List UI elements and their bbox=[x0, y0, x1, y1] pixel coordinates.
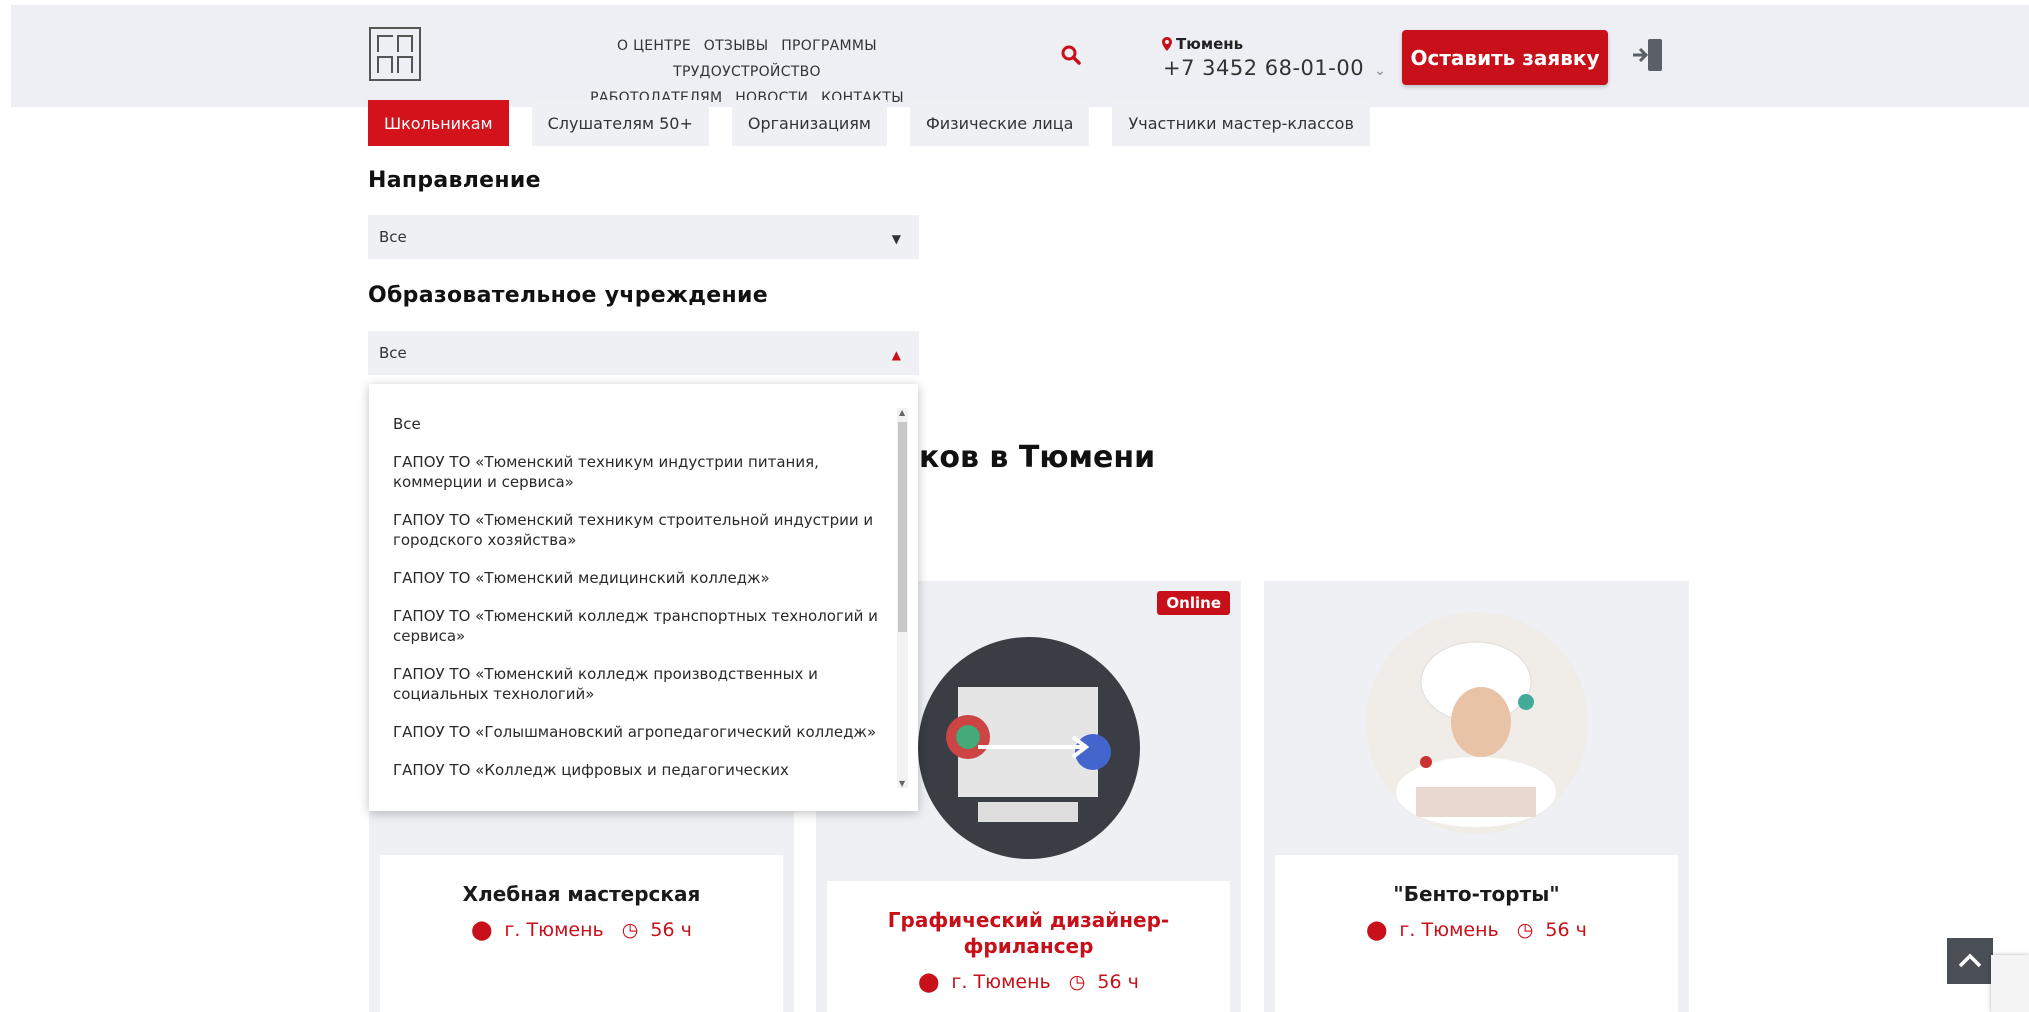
card-city: г. Тюмень bbox=[1399, 919, 1499, 941]
location-pin-icon bbox=[1162, 37, 1172, 51]
program-image bbox=[917, 637, 1140, 859]
card-meta: ⬤ г. Тюмень ◷ 56 ч bbox=[827, 971, 1230, 993]
dropdown-option[interactable]: ГАПОУ ТО «Тюменский техникум строительно… bbox=[393, 510, 883, 550]
chevron-up-icon bbox=[1958, 953, 1982, 968]
direction-label: Направление bbox=[368, 168, 541, 193]
audience-tabs: Школьникам Слушателям 50+ Организациям Ф… bbox=[368, 100, 1370, 146]
institution-label: Образовательное учреждение bbox=[368, 283, 768, 308]
dropdown-option[interactable]: ГАПОУ ТО «Колледж цифровых и педагогичес… bbox=[393, 760, 883, 780]
card-hours: 56 ч bbox=[1097, 971, 1139, 993]
institution-select[interactable]: Все ▲ bbox=[368, 331, 919, 375]
phone-selector[interactable]: +7 3452 68-01-00 ⌄ bbox=[1163, 56, 1386, 80]
programs-title: иков в Тюмени bbox=[898, 440, 1156, 475]
nav-programs[interactable]: Программы bbox=[781, 38, 877, 54]
card-title: Хлебная мастерская bbox=[462, 882, 701, 906]
card-city: г. Тюмень bbox=[504, 919, 604, 941]
card-info: "Бенто-торты" ⬤ г. Тюмень ◷ 56 ч bbox=[1275, 855, 1678, 1012]
caret-down-icon: ▼ bbox=[891, 232, 901, 246]
dropdown-option[interactable]: ГАПОУ ТО «Тюменский медицинский колледж» bbox=[393, 568, 883, 588]
tab-schoolchildren[interactable]: Школьникам bbox=[368, 100, 509, 146]
direction-select[interactable]: Все ▼ bbox=[368, 215, 919, 259]
scroll-down-icon[interactable]: ▼ bbox=[899, 779, 905, 788]
card-city: г. Тюмень bbox=[951, 971, 1051, 993]
login-icon[interactable] bbox=[1630, 36, 1668, 74]
card-info: Графический дизайнер-фрилансер ⬤ г. Тюмен… bbox=[827, 881, 1230, 1012]
dropdown-scrollbar[interactable]: ▲ ▼ bbox=[897, 408, 908, 788]
card-hours: 56 ч bbox=[1545, 919, 1587, 941]
program-image bbox=[1365, 612, 1588, 834]
clock-icon: ◷ bbox=[1068, 971, 1086, 993]
nav-reviews[interactable]: Отзывы bbox=[704, 38, 769, 54]
city-name: Тюмень bbox=[1176, 35, 1244, 53]
scroll-up-icon[interactable]: ▲ bbox=[899, 408, 905, 417]
tab-individuals[interactable]: Физические лица bbox=[910, 100, 1090, 146]
site-logo[interactable] bbox=[369, 27, 421, 81]
clock-icon: ◷ bbox=[621, 919, 639, 941]
program-card[interactable]: "Бенто-торты" ⬤ г. Тюмень ◷ 56 ч bbox=[1264, 581, 1689, 1012]
nav-employment[interactable]: Трудоустройство bbox=[673, 64, 821, 80]
card-meta: ⬤ г. Тюмень ◷ 56 ч bbox=[380, 919, 783, 941]
search-icon[interactable] bbox=[1060, 44, 1082, 66]
recaptcha-badge[interactable] bbox=[1991, 955, 2029, 1012]
tab-organizations[interactable]: Организациям bbox=[731, 100, 887, 146]
dropdown-list: Все ГАПОУ ТО «Тюменский техникум индустр… bbox=[393, 414, 883, 798]
online-badge: Online bbox=[1157, 591, 1230, 615]
caret-up-icon: ▲ bbox=[891, 348, 901, 362]
nav-about[interactable]: О центре bbox=[617, 38, 691, 54]
site-header bbox=[11, 5, 2029, 107]
phone-number: +7 3452 68-01-00 bbox=[1163, 56, 1365, 80]
request-button[interactable]: Оставить заявку bbox=[1402, 30, 1608, 85]
card-title: Графический дизайнер-фрилансер bbox=[887, 908, 1170, 958]
dropdown-option[interactable]: ГАПОУ ТО «Тюменский колледж производстве… bbox=[393, 664, 883, 704]
card-hours: 56 ч bbox=[650, 919, 692, 941]
direction-value: Все bbox=[379, 228, 407, 246]
dropdown-option[interactable]: ГАПОУ ТО «Тюменский техникум индустрии п… bbox=[393, 452, 883, 492]
card-info: Хлебная мастерская ⬤ г. Тюмень ◷ 56 ч bbox=[380, 855, 783, 1012]
dropdown-option[interactable]: ГАПОУ ТО «Тюменский колледж транспортных… bbox=[393, 606, 883, 646]
location-pin-icon: ⬤ bbox=[471, 919, 493, 941]
city-selector[interactable]: Тюмень bbox=[1162, 35, 1243, 53]
location-pin-icon: ⬤ bbox=[1366, 919, 1388, 941]
institution-dropdown: Все ГАПОУ ТО «Тюменский техникум индустр… bbox=[369, 384, 918, 811]
dropdown-option[interactable]: Все bbox=[393, 414, 883, 434]
tab-seniors[interactable]: Слушателям 50+ bbox=[531, 100, 709, 146]
scrollbar-thumb[interactable] bbox=[898, 422, 907, 632]
card-meta: ⬤ г. Тюмень ◷ 56 ч bbox=[1275, 919, 1678, 941]
location-pin-icon: ⬤ bbox=[918, 971, 940, 993]
card-title: "Бенто-торты" bbox=[1393, 882, 1560, 906]
tab-masterclass[interactable]: Участники мастер-классов bbox=[1112, 100, 1370, 146]
clock-icon: ◷ bbox=[1516, 919, 1534, 941]
institution-value: Все bbox=[379, 344, 407, 362]
chevron-down-icon: ⌄ bbox=[1374, 63, 1387, 79]
dropdown-option[interactable]: ГАПОУ ТО «Голышмановский агропедагогичес… bbox=[393, 722, 883, 742]
scroll-to-top-button[interactable] bbox=[1947, 938, 1993, 984]
